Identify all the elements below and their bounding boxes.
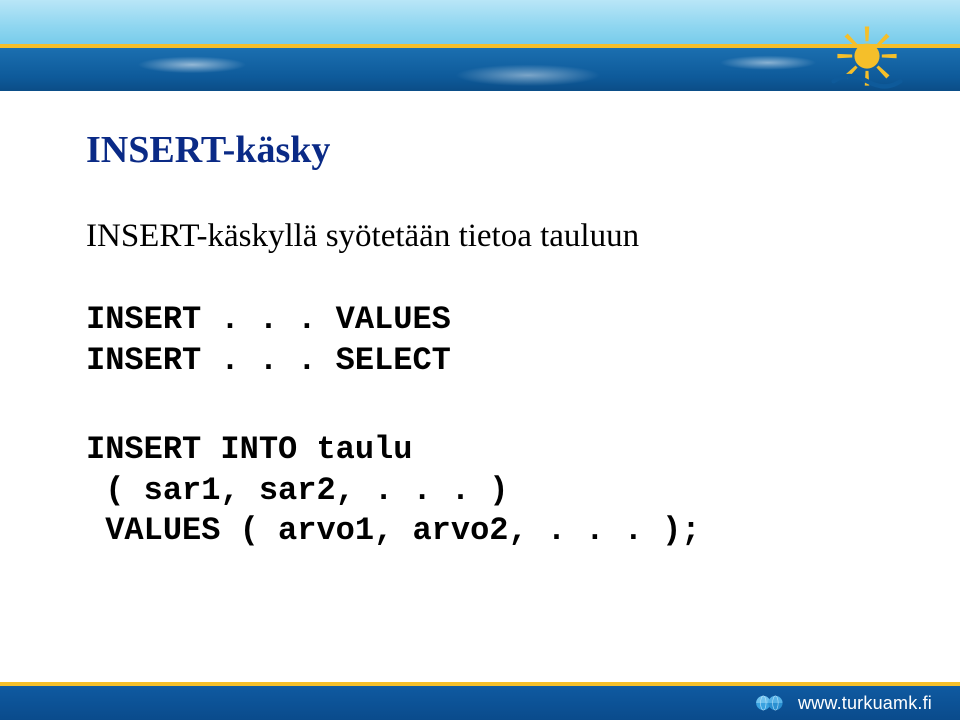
code-syntax: INSERT INTO taulu ( sar1, sar2, . . . ) … (86, 430, 701, 552)
water-strip (0, 48, 960, 91)
code-variants: INSERT . . . VALUES INSERT . . . SELECT (86, 300, 451, 381)
footer-bar: www.turkuamk.fi (0, 686, 960, 720)
slide: INSERT-käsky INSERT-käskyllä syötetään t… (0, 0, 960, 720)
globe-icon (754, 692, 788, 714)
slide-title: INSERT-käsky (86, 128, 330, 172)
footer-url: www.turkuamk.fi (798, 693, 932, 714)
sun-logo-icon (830, 22, 904, 96)
slide-subtitle: INSERT-käskyllä syötetään tietoa tauluun (86, 218, 639, 255)
sky-strip (0, 0, 960, 44)
top-banner (0, 0, 960, 91)
